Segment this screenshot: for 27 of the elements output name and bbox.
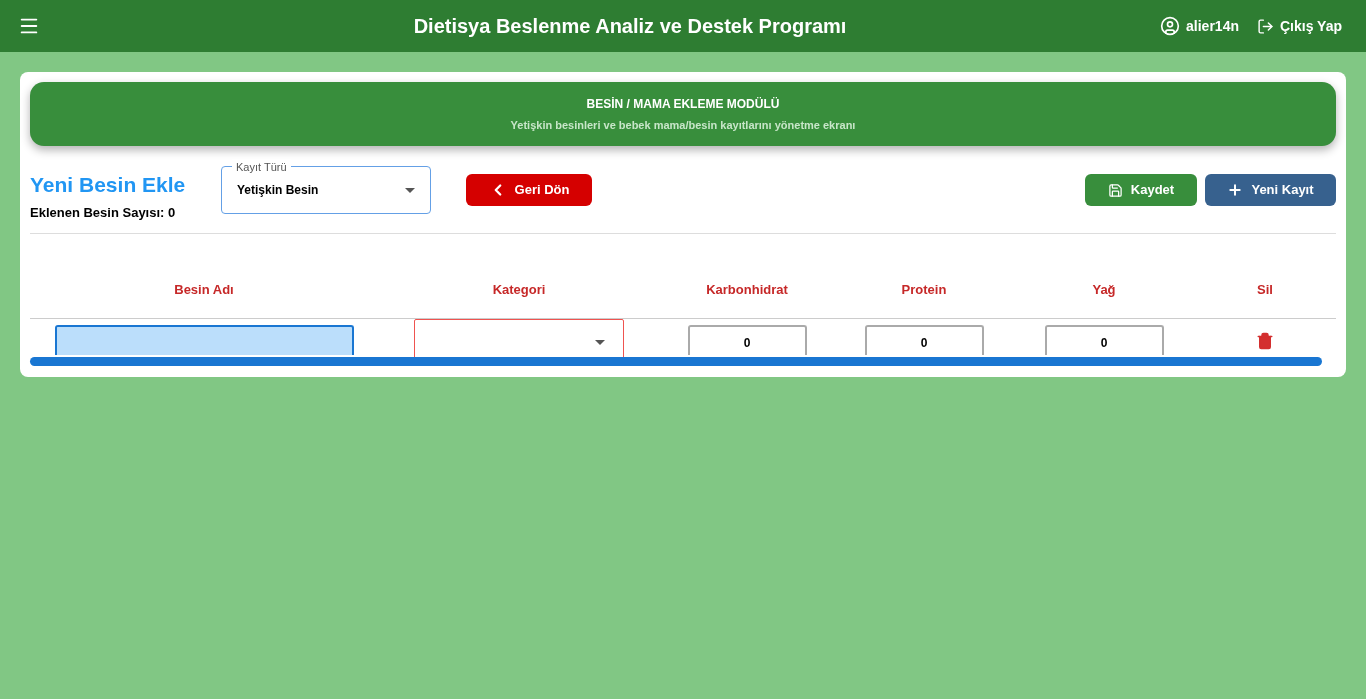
user-icon [1160,16,1181,36]
number-input[interactable]: 0 [1044,325,1164,355]
column-header: Karbonhidrat [706,280,788,299]
delete-icon[interactable] [1256,332,1274,350]
number-input[interactable]: 0 [687,325,807,355]
app-title: Dietisya Beslenme Analiz ve Destek Programı [412,14,848,39]
food-count: Eklenen Besin Sayısı: 0 [30,203,177,222]
new-record-button[interactable]: Yeni Kayıt [1205,174,1336,206]
select-value: Yetişkin Besin [237,182,319,199]
horizontal-scrollbar[interactable] [30,357,1322,366]
column-header: Yağ [1092,280,1116,299]
banner-subtitle: Yetişkin besinleri ve bebek mama/besin kayıtlarını yönetme ekranı [510,117,856,133]
column-header: Besin Adı [174,280,234,299]
column-header: Sil [1257,280,1273,299]
dropdown-caret-icon [595,339,605,345]
form-heading: Yeni Besin Ekle [30,172,187,198]
username: alier14n [1186,16,1239,36]
logout-button[interactable]: Çıkış Yap [1257,15,1342,37]
column-header: Kategori [492,280,546,299]
banner-title: BESİN / MAMA EKLEME MODÜLÜ [586,95,780,113]
back-button[interactable]: Geri Dön [466,174,592,206]
dropdown-caret-icon [405,187,415,193]
number-input[interactable]: 0 [864,325,984,355]
save-button[interactable]: Kaydet [1085,174,1197,206]
name-input[interactable] [54,325,354,355]
column-header: Protein [901,280,947,299]
logout-icon [1257,17,1274,35]
